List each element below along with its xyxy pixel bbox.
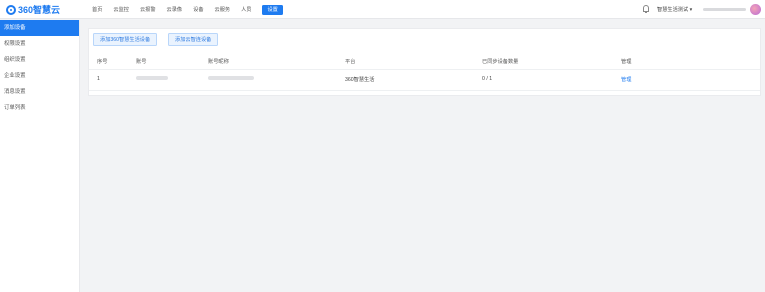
- device-panel: 添加360智慧生活设备 添加云智连设备 序号 账号 账号昵称 平台 已同步设备数…: [88, 28, 761, 96]
- column-header-synced: 已同步设备数量: [482, 59, 519, 65]
- nav-item-cloud-recording[interactable]: 云录像: [167, 5, 183, 15]
- main-nav: 首页 云监控 云报警 云录像 设备 云服务 人员 设置: [92, 5, 294, 15]
- avatar[interactable]: [750, 4, 761, 15]
- add-cloud-device-button[interactable]: 添加云智连设备: [168, 33, 219, 46]
- redacted-nickname: [208, 76, 254, 80]
- table-divider: [89, 69, 760, 70]
- nav-item-home[interactable]: 首页: [92, 5, 102, 15]
- column-header-index: 序号: [97, 59, 108, 65]
- nav-item-people[interactable]: 人员: [241, 5, 251, 15]
- nav-item-cloud-monitor[interactable]: 云监控: [113, 5, 129, 15]
- logo-text: 360智慧云: [18, 5, 61, 15]
- account-dropdown[interactable]: 智慧生活测试 ▾: [657, 6, 692, 13]
- manage-link[interactable]: 管理: [621, 76, 631, 83]
- sidebar: 添加设备 权限设置 组织设置 企业设置 消息设置 订单列表: [0, 20, 80, 292]
- nav-item-settings[interactable]: 设置: [262, 5, 283, 15]
- brand-logo[interactable]: 360智慧云: [6, 4, 60, 15]
- add-360-device-button[interactable]: 添加360智慧生活设备: [93, 33, 158, 46]
- sidebar-item-add-device[interactable]: 添加设备: [0, 20, 79, 36]
- sidebar-item-enterprise[interactable]: 企业设置: [0, 68, 79, 84]
- nav-item-cloud-services[interactable]: 云服务: [215, 5, 231, 15]
- column-header-platform: 平台: [345, 59, 356, 65]
- nav-item-devices[interactable]: 设备: [193, 5, 203, 15]
- sidebar-item-orders[interactable]: 订单列表: [0, 100, 79, 116]
- redacted-account: [136, 76, 168, 80]
- nav-item-cloud-alarm[interactable]: 云报警: [140, 5, 156, 15]
- sidebar-item-permissions[interactable]: 权限设置: [0, 36, 79, 52]
- column-header-nickname: 账号昵称: [208, 59, 229, 65]
- top-navigation-bar: 360智慧云 首页 云监控 云报警 云录像 设备 云服务 人员 设置 智慧生活测…: [0, 0, 765, 19]
- cell-platform: 360智慧生活: [345, 77, 375, 83]
- sidebar-item-messages[interactable]: 消息设置: [0, 84, 79, 100]
- cell-index: 1: [97, 76, 100, 82]
- sidebar-item-organization[interactable]: 组织设置: [0, 52, 79, 68]
- redacted-user-info: [703, 8, 746, 11]
- cell-synced-count: 0 / 1: [482, 76, 493, 82]
- bell-icon[interactable]: [643, 5, 649, 13]
- column-header-account: 账号: [136, 59, 147, 65]
- table-divider: [89, 90, 760, 91]
- column-header-manage: 管理: [621, 59, 632, 65]
- logo-icon: [6, 4, 16, 15]
